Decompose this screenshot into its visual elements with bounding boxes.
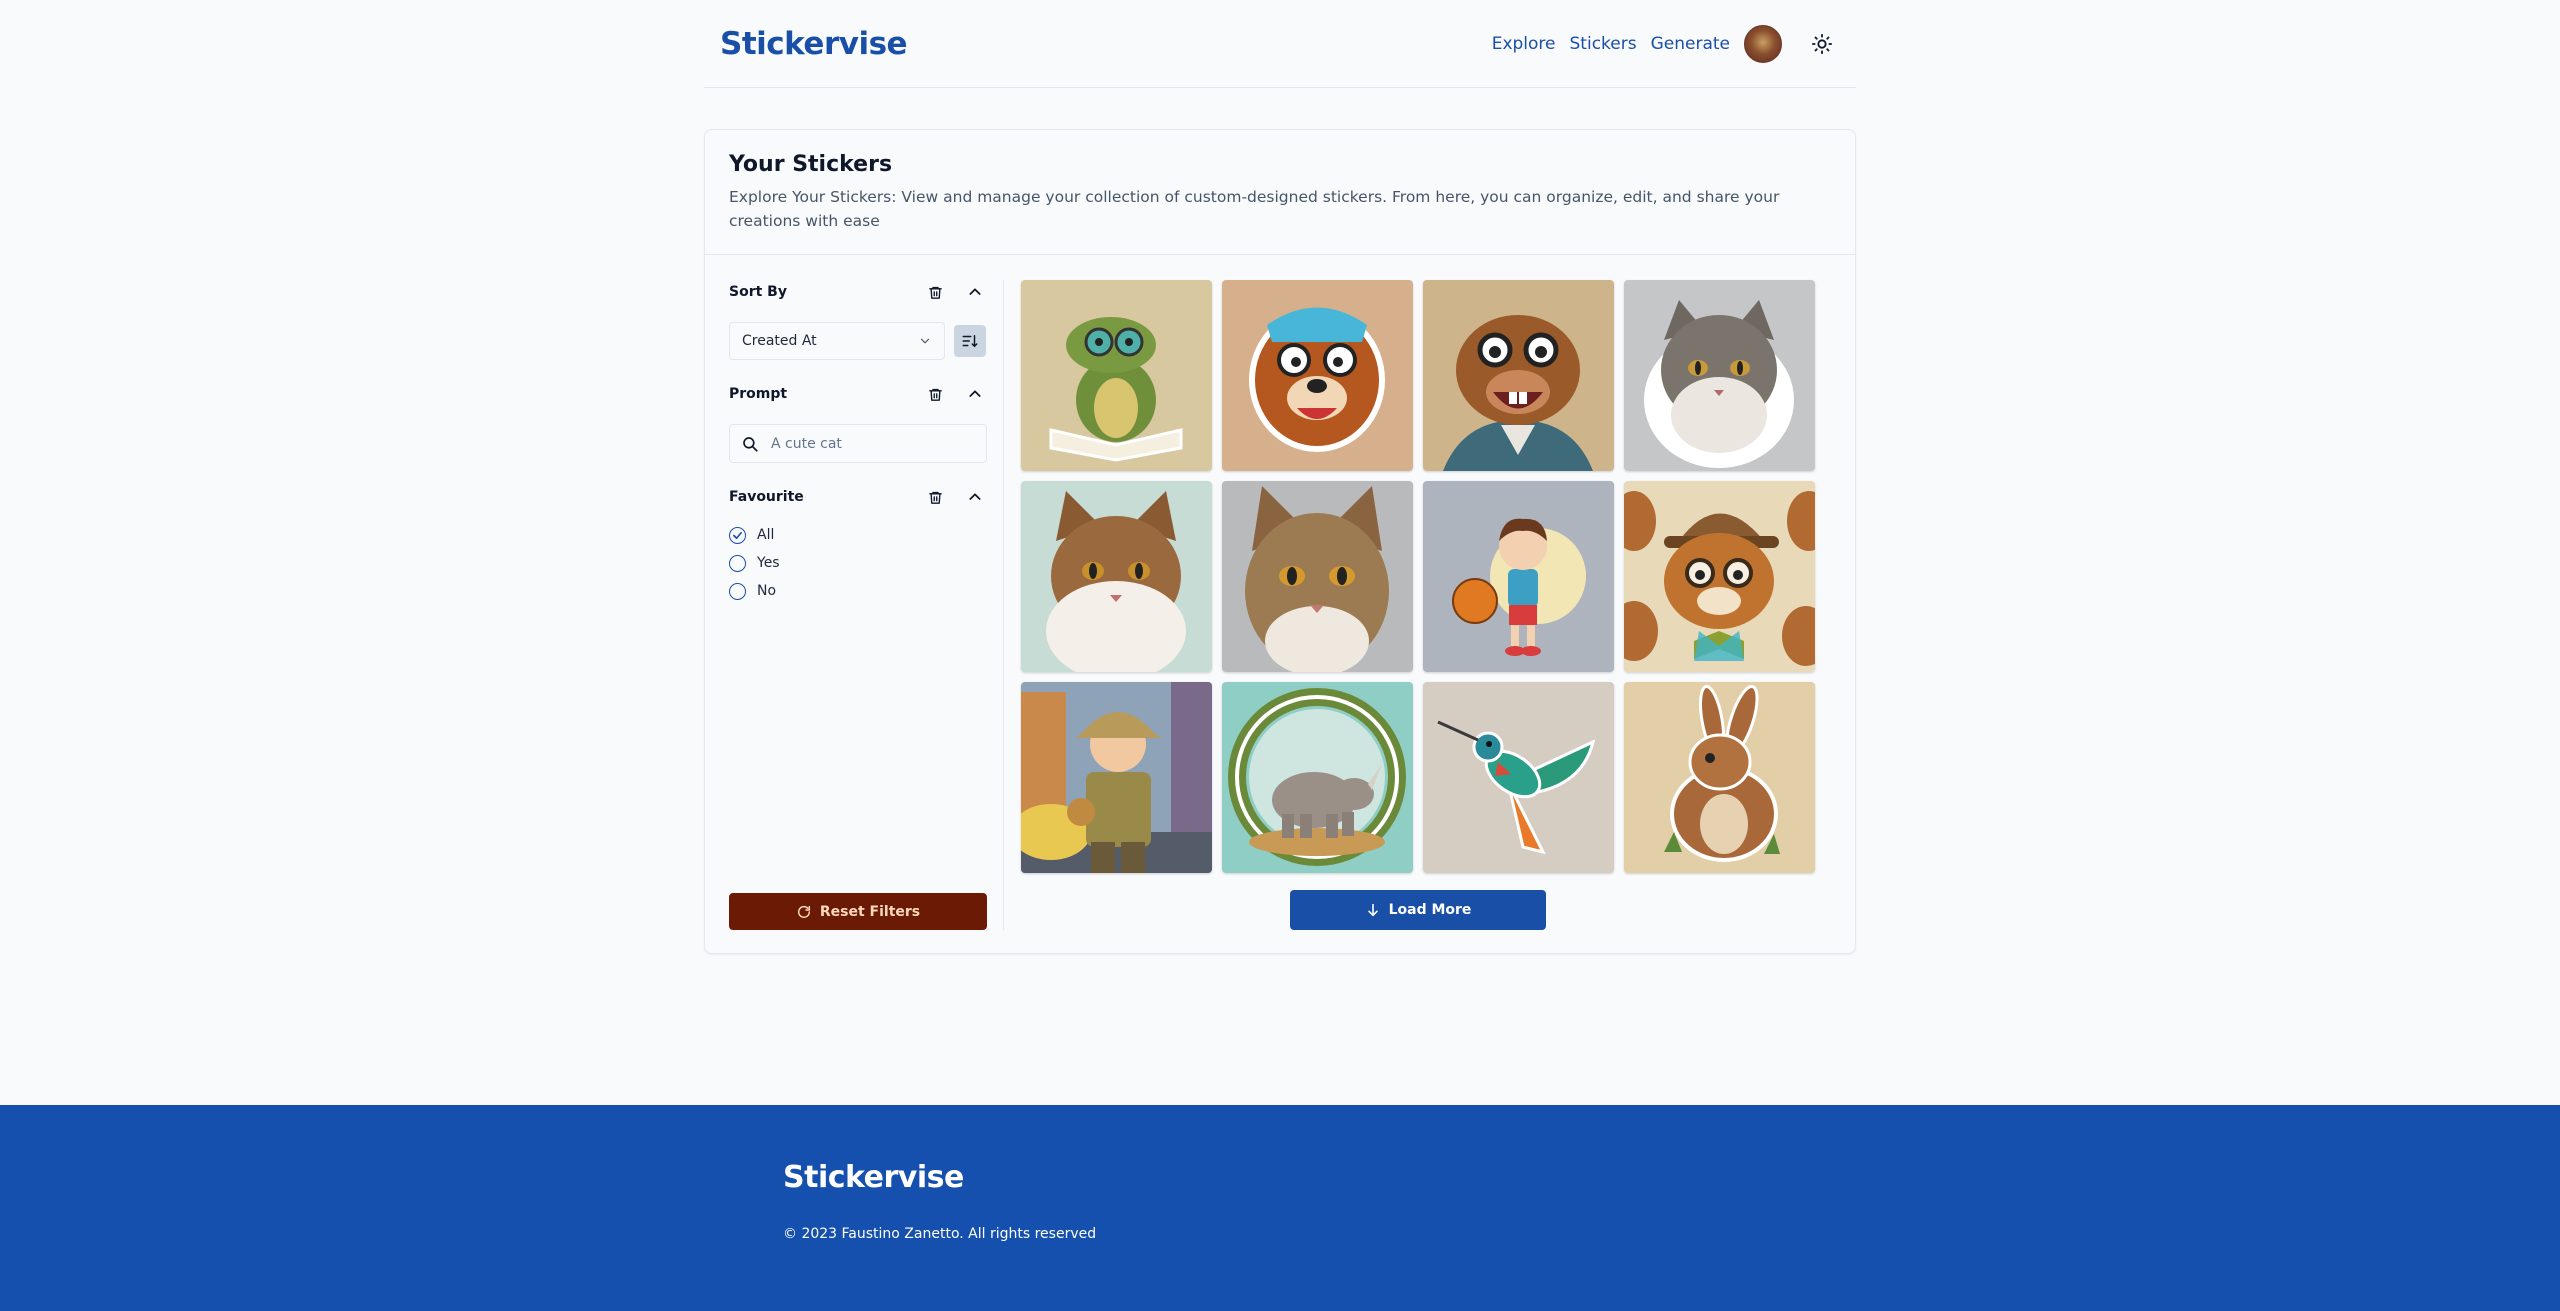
sticker-card[interactable]	[1423, 682, 1614, 873]
sort-by-select[interactable]: Created At	[729, 322, 945, 360]
favourite-option-all[interactable]: All	[729, 521, 987, 549]
user-avatar[interactable]	[1744, 24, 1782, 63]
favourite-header: Favourite	[729, 485, 987, 509]
chevron-up-icon	[969, 288, 981, 295]
reset-filters-label: Reset Filters	[819, 903, 921, 920]
prompt-title: Prompt	[729, 386, 788, 402]
sticker-grey-cat-image	[1624, 280, 1815, 471]
sticker-card[interactable]	[1222, 682, 1413, 873]
sort-by-value: Created At	[742, 333, 817, 349]
sticker-beaver-hat-image	[1624, 481, 1815, 672]
load-more-label: Load More	[1388, 902, 1472, 918]
prompt-clear-button[interactable]	[923, 382, 947, 406]
sticker-basketball-boy-image	[1423, 481, 1614, 672]
favourite-option-label: All	[757, 527, 775, 543]
filters-sidebar: Sort By Created At Prompt A cute cat Fav…	[729, 280, 987, 930]
sticker-tabby-portrait-image	[1222, 481, 1413, 672]
favourite-option-yes[interactable]: Yes	[729, 549, 987, 577]
load-more-button[interactable]: Load More	[1290, 890, 1546, 930]
sticker-explorer-boy-image	[1021, 682, 1212, 873]
sticker-card[interactable]	[1423, 280, 1614, 471]
prompt-input[interactable]	[771, 435, 971, 452]
sort-collapse-button[interactable]	[963, 280, 987, 304]
favourite-title: Favourite	[729, 489, 804, 505]
sticker-crocodile-image	[1021, 280, 1212, 471]
favourite-collapse-button[interactable]	[963, 485, 987, 509]
sort-by-title: Sort By	[729, 284, 787, 300]
main-nav: Explore Stickers Generate	[1492, 24, 1840, 63]
sticker-card[interactable]	[1222, 481, 1413, 672]
sticker-grid	[1021, 280, 1815, 873]
sticker-card[interactable]	[1624, 682, 1815, 873]
radio-checked[interactable]	[729, 526, 746, 544]
stickers-card: Your Stickers Explore Your Stickers: Vie…	[704, 129, 1856, 954]
nav-stickers[interactable]: Stickers	[1570, 34, 1637, 54]
favourite-options: All Yes No	[729, 521, 987, 605]
radio-unchecked[interactable]	[729, 554, 746, 572]
sticker-rhino-image	[1222, 682, 1413, 873]
page-description: Explore Your Stickers: View and manage y…	[729, 188, 1780, 230]
sort-direction-button[interactable]	[954, 325, 986, 357]
arrow-down-icon	[1367, 903, 1378, 917]
sidebar-divider	[1003, 280, 1004, 930]
trash-icon	[928, 388, 942, 401]
sort-descending-icon	[962, 335, 978, 348]
prompt-collapse-button[interactable]	[963, 382, 987, 406]
sort-by-header: Sort By	[729, 280, 987, 304]
site-footer: Stickervise © 2023 Faustino Zanetto. All…	[0, 1105, 2560, 1311]
favourite-option-no[interactable]: No	[729, 577, 987, 605]
sticker-dog-image	[1222, 280, 1413, 471]
sticker-hummingbird-image	[1423, 682, 1614, 873]
brand-logo[interactable]: Stickervise	[720, 26, 908, 62]
prompt-search	[729, 424, 987, 463]
trash-icon	[928, 491, 942, 504]
chevron-down-icon	[920, 338, 930, 344]
refresh-icon	[797, 905, 810, 918]
sun-icon	[1811, 33, 1833, 54]
prompt-header: Prompt	[729, 382, 987, 406]
radio-unchecked[interactable]	[729, 582, 746, 600]
theme-toggle-button[interactable]	[1804, 26, 1840, 62]
sticker-card[interactable]	[1423, 481, 1614, 672]
chevron-up-icon	[969, 390, 981, 397]
page-title: Your Stickers	[729, 152, 893, 177]
sticker-card[interactable]	[1021, 280, 1212, 471]
sticker-card[interactable]	[1021, 682, 1212, 873]
sticker-tabby-cat-image	[1021, 481, 1212, 672]
nav-explore[interactable]: Explore	[1492, 34, 1556, 54]
card-header: Your Stickers Explore Your Stickers: Vie…	[705, 130, 1855, 255]
site-header: Stickervise Explore Stickers Generate	[704, 0, 1856, 88]
sticker-card[interactable]	[1021, 481, 1212, 672]
sticker-card[interactable]	[1624, 280, 1815, 471]
sticker-rabbit-image	[1624, 682, 1815, 873]
sticker-card[interactable]	[1624, 481, 1815, 672]
chevron-up-icon	[969, 493, 981, 500]
check-icon	[733, 531, 742, 539]
nav-generate[interactable]: Generate	[1651, 34, 1730, 54]
search-icon	[743, 436, 758, 452]
footer-copyright: © 2023 Faustino Zanetto. All rights rese…	[783, 1226, 1097, 1242]
footer-brand: Stickervise	[783, 1160, 964, 1195]
sticker-card[interactable]	[1222, 280, 1413, 471]
sort-clear-button[interactable]	[923, 280, 947, 304]
favourite-option-label: Yes	[757, 555, 780, 571]
favourite-option-label: No	[757, 583, 777, 599]
sticker-beaver-image	[1423, 280, 1614, 471]
trash-icon	[928, 286, 942, 299]
reset-filters-button[interactable]: Reset Filters	[729, 893, 987, 930]
favourite-clear-button[interactable]	[923, 485, 947, 509]
